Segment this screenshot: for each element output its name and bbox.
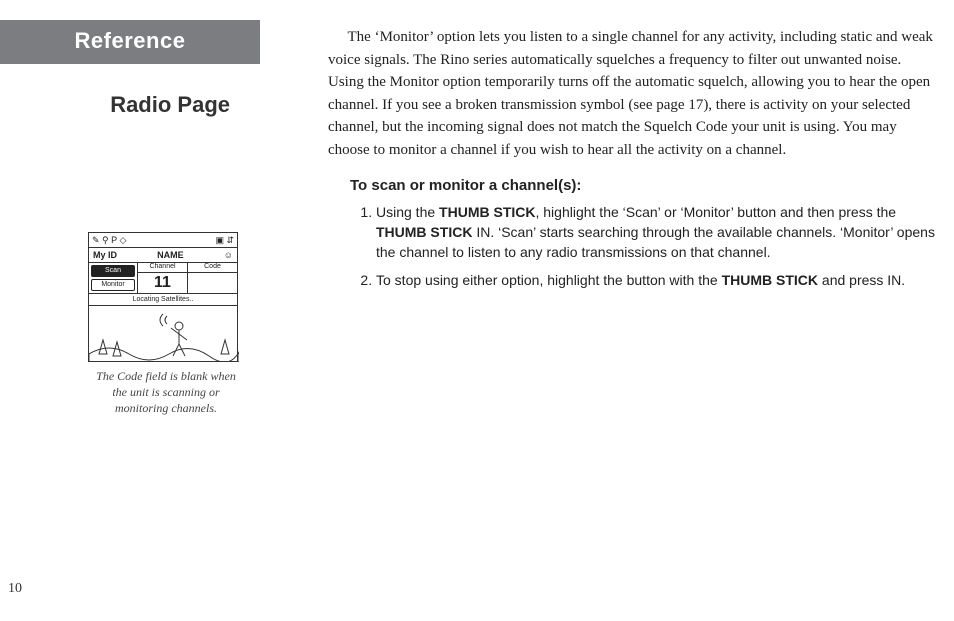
thumb-stick-term: THUMB STICK: [376, 224, 472, 240]
step-2: To stop using either option, highlight t…: [376, 270, 940, 290]
code-value: [187, 273, 237, 293]
lcd-topbar: ✎ ⚲ P ◇ ▣ ⇵: [89, 233, 237, 248]
lcd-scene: [89, 306, 237, 362]
lcd-channel-code: Channel Code 11: [137, 263, 237, 293]
step-1-text-c: , highlight the ‘Scan’ or ‘Monitor’ butt…: [535, 204, 896, 220]
lcd-topbar-left: ✎ ⚲ P ◇: [92, 235, 126, 246]
manual-page: Reference Radio Page ✎ ⚲ P ◇ ▣ ⇵ My ID N…: [0, 0, 954, 621]
lcd-topbar-right: ▣ ⇵: [215, 235, 234, 246]
lcd-mode-buttons: Scan Monitor: [89, 263, 137, 293]
steps-list: Using the THUMB STICK, highlight the ‘Sc…: [350, 202, 940, 291]
page-number: 10: [8, 581, 22, 597]
device-lcd: ✎ ⚲ P ◇ ▣ ⇵ My ID NAME ☺ Scan Monitor Ch…: [88, 232, 238, 362]
figure-caption: The Code field is blank when the unit is…: [88, 368, 244, 417]
lcd-id-value: NAME: [157, 250, 184, 260]
step-2-text-c: and press IN.: [818, 272, 905, 288]
lcd-mid-row: Scan Monitor Channel Code 11: [89, 263, 237, 294]
scan-button[interactable]: Scan: [91, 265, 135, 277]
body-text: The ‘Monitor’ option lets you listen to …: [328, 26, 940, 299]
step-1: Using the THUMB STICK, highlight the ‘Sc…: [376, 202, 940, 263]
channel-value: 11: [137, 273, 187, 293]
instructions-block: To scan or monitor a channel(s): Using t…: [350, 175, 940, 291]
lcd-id-label: My ID: [93, 250, 117, 260]
instructions-heading: To scan or monitor a channel(s):: [350, 175, 940, 198]
step-1-text-a: Using the: [376, 204, 439, 220]
lcd-status-text: Locating Satellites..: [89, 294, 237, 306]
thumb-stick-term: THUMB STICK: [439, 204, 535, 220]
thumb-stick-term: THUMB STICK: [722, 272, 818, 288]
lcd-id-row: My ID NAME ☺: [89, 248, 237, 263]
reference-tab: Reference: [0, 20, 260, 64]
monitor-button[interactable]: Monitor: [91, 279, 135, 291]
page-title: Radio Page: [0, 92, 230, 118]
channel-heading: Channel: [137, 263, 187, 272]
device-figure: ✎ ⚲ P ◇ ▣ ⇵ My ID NAME ☺ Scan Monitor Ch…: [88, 232, 244, 417]
lead-paragraph: The ‘Monitor’ option lets you listen to …: [328, 26, 940, 161]
face-icon: ☺: [224, 250, 233, 260]
code-heading: Code: [187, 263, 237, 272]
step-2-text-a: To stop using either option, highlight t…: [376, 272, 722, 288]
